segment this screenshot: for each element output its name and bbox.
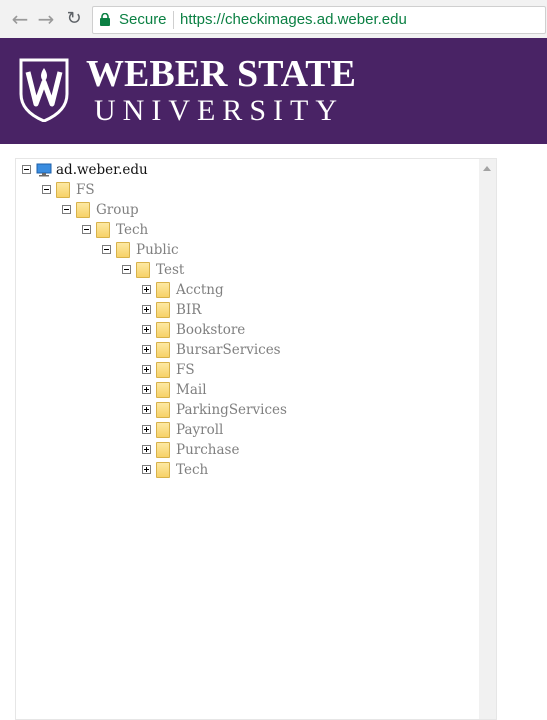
expand-icon[interactable] [142, 405, 151, 414]
tree-folder-node[interactable]: Acctng [142, 280, 462, 300]
folder-icon [156, 402, 170, 418]
collapse-icon[interactable] [42, 185, 51, 194]
tree-panel: ad.weber.edu FS Group Tech Public Test Acctng B… [15, 158, 497, 720]
folder-icon [156, 442, 170, 458]
folder-icon [156, 362, 170, 378]
lock-icon [100, 13, 110, 26]
folder-icon [96, 222, 110, 238]
expand-icon[interactable] [142, 365, 151, 374]
tree-node-label[interactable]: Purchase [176, 440, 239, 460]
banner-subtitle: UNIVERSITY [94, 94, 344, 127]
tree-folder-node[interactable]: Bookstore [142, 320, 462, 340]
reload-icon[interactable]: ↻ [62, 7, 86, 31]
folder-icon [156, 382, 170, 398]
collapse-icon[interactable] [62, 205, 71, 214]
folder-icon [156, 342, 170, 358]
folder-icon [156, 282, 170, 298]
folder-icon [156, 422, 170, 438]
folder-icon [156, 302, 170, 318]
tree-folder-node[interactable]: Tech [82, 220, 402, 240]
collapse-icon[interactable] [82, 225, 91, 234]
tree-folder-node[interactable]: Public [102, 240, 422, 260]
forward-arrow-icon[interactable]: → [34, 7, 58, 31]
tree-node-label[interactable]: Acctng [176, 280, 224, 300]
tree-folder-node[interactable]: FS [42, 180, 362, 200]
tree-folder-node[interactable]: BursarServices [142, 340, 462, 360]
expand-icon[interactable] [142, 325, 151, 334]
tree-folder-node[interactable]: Test [122, 260, 442, 280]
tree-node-label[interactable]: FS [176, 360, 195, 380]
tree-node-label[interactable]: Bookstore [176, 320, 245, 340]
tree-folder-node[interactable]: BIR [142, 300, 462, 320]
address-bar[interactable]: Secure https://checkimages.ad.weber.edu [92, 6, 546, 34]
expand-icon[interactable] [142, 425, 151, 434]
tree-node-label[interactable]: Payroll [176, 420, 223, 440]
tree-node-label[interactable]: Tech [176, 460, 208, 480]
tree-folder-node[interactable]: FS [142, 360, 462, 380]
vertical-scrollbar[interactable] [479, 159, 496, 719]
computer-icon [36, 163, 52, 177]
tree-node-label[interactable]: Tech [116, 220, 148, 240]
tree-node-label[interactable]: Test [156, 260, 184, 280]
expand-icon[interactable] [142, 345, 151, 354]
expand-icon[interactable] [142, 445, 151, 454]
tree-node-label[interactable]: ad.weber.edu [56, 160, 148, 180]
tree-node-label[interactable]: Public [136, 240, 179, 260]
expand-icon[interactable] [142, 465, 151, 474]
secure-label: Secure [119, 11, 167, 28]
tree-node-label[interactable]: FS [76, 180, 95, 200]
weber-shield-logo [19, 58, 69, 122]
collapse-icon[interactable] [22, 165, 31, 174]
tree-node-label[interactable]: Group [96, 200, 139, 220]
tree-root-node[interactable]: ad.weber.edu [22, 160, 342, 180]
expand-icon[interactable] [142, 305, 151, 314]
expand-icon[interactable] [142, 385, 151, 394]
tree-node-label[interactable]: BursarServices [176, 340, 281, 360]
scroll-up-arrow-icon[interactable] [483, 166, 491, 171]
back-arrow-icon[interactable]: ← [8, 7, 32, 31]
tree-folder-node[interactable]: Tech [142, 460, 462, 480]
url-text[interactable]: https://checkimages.ad.weber.edu [180, 11, 407, 28]
folder-icon [136, 262, 150, 278]
folder-icon [156, 462, 170, 478]
expand-icon[interactable] [142, 285, 151, 294]
folder-icon [156, 322, 170, 338]
banner-title: WEBER STATE [86, 53, 356, 95]
tree-folder-node[interactable]: Purchase [142, 440, 462, 460]
tree-node-label[interactable]: BIR [176, 300, 201, 320]
university-banner: WEBER STATE UNIVERSITY [0, 38, 547, 144]
tree-folder-node[interactable]: Group [62, 200, 382, 220]
folder-icon [116, 242, 130, 258]
tree-folder-node[interactable]: Payroll [142, 420, 462, 440]
address-separator [173, 11, 174, 29]
collapse-icon[interactable] [102, 245, 111, 254]
tree-node-label[interactable]: ParkingServices [176, 400, 287, 420]
folder-icon [76, 202, 90, 218]
tree-node-label[interactable]: Mail [176, 380, 207, 400]
tree-folder-node[interactable]: Mail [142, 380, 462, 400]
folder-icon [56, 182, 70, 198]
collapse-icon[interactable] [122, 265, 131, 274]
tree-folder-node[interactable]: ParkingServices [142, 400, 462, 420]
browser-toolbar: ← → ↻ Secure https://checkimages.ad.webe… [0, 0, 547, 39]
